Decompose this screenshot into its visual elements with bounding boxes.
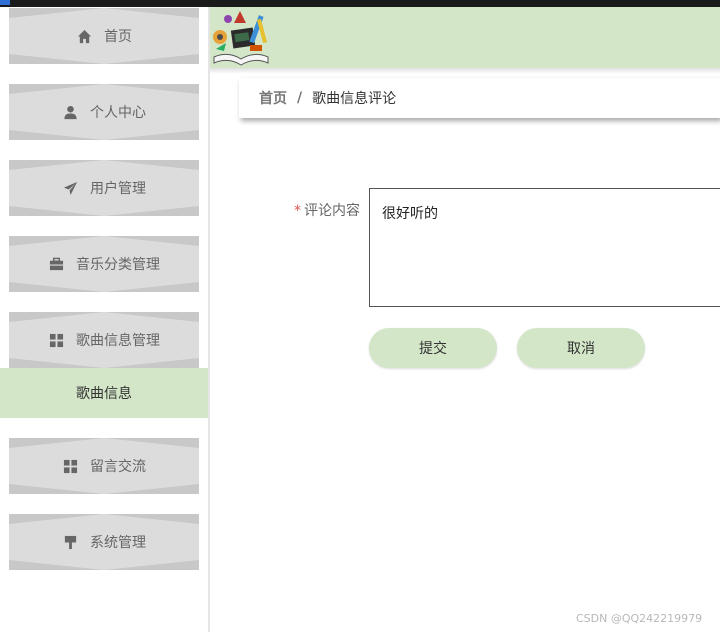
comment-label-text: 评论内容: [304, 203, 360, 219]
sidebar-item-personal-center[interactable]: 个人中心: [9, 84, 199, 140]
breadcrumb-current: 歌曲信息评论: [312, 91, 397, 107]
submenu-item-label: 歌曲信息: [76, 386, 132, 402]
sidebar-item-user-management[interactable]: 用户管理: [9, 160, 199, 216]
sidebar-item-song-management[interactable]: 歌曲信息管理: [9, 312, 199, 368]
sidebar-item-home[interactable]: 首页: [9, 8, 199, 64]
top-header: [210, 7, 720, 68]
sidebar-item-label: 系统管理: [90, 535, 146, 551]
watermark: CSDN @QQ242219979: [576, 612, 703, 625]
home-icon: [76, 28, 92, 44]
window-top-strip: [0, 0, 720, 7]
header-shadow: [210, 68, 720, 74]
submit-button[interactable]: 提交: [369, 328, 497, 368]
required-mark: *: [294, 203, 301, 219]
sidebar-item-music-category[interactable]: 音乐分类管理: [9, 236, 199, 292]
paper-plane-icon: [62, 180, 78, 196]
breadcrumb-separator: /: [297, 90, 303, 106]
sidebar-item-label: 留言交流: [90, 459, 146, 475]
sidebar-item-label: 用户管理: [90, 181, 146, 197]
app-marker: [0, 0, 10, 5]
sidebar-item-label: 音乐分类管理: [76, 257, 160, 273]
sidebar-item-label: 个人中心: [90, 105, 146, 121]
site-logo: [210, 7, 272, 68]
sidebar: 首页 个人中心 用户管理 音乐分类管理 歌曲信息管理 歌曲信息 留言交流 系统管…: [0, 7, 210, 632]
brush-icon: [62, 534, 78, 550]
sidebar-item-messages[interactable]: 留言交流: [9, 438, 199, 494]
user-icon: [62, 104, 78, 120]
breadcrumb-home-link[interactable]: 首页: [259, 88, 287, 108]
sidebar-item-system-management[interactable]: 系统管理: [9, 514, 199, 570]
sidebar-item-label: 歌曲信息管理: [76, 333, 160, 349]
comment-label: * 评论内容: [270, 200, 360, 220]
grid-icon: [62, 458, 78, 474]
sidebar-item-label: 首页: [104, 29, 132, 45]
breadcrumb: 首页 / 歌曲信息评论: [239, 78, 720, 118]
comment-textarea[interactable]: 很好听的: [369, 188, 720, 307]
cancel-button[interactable]: 取消: [517, 328, 645, 368]
briefcase-icon: [48, 256, 64, 272]
submenu-item-song-info[interactable]: 歌曲信息: [0, 368, 208, 418]
grid-icon: [48, 332, 64, 348]
